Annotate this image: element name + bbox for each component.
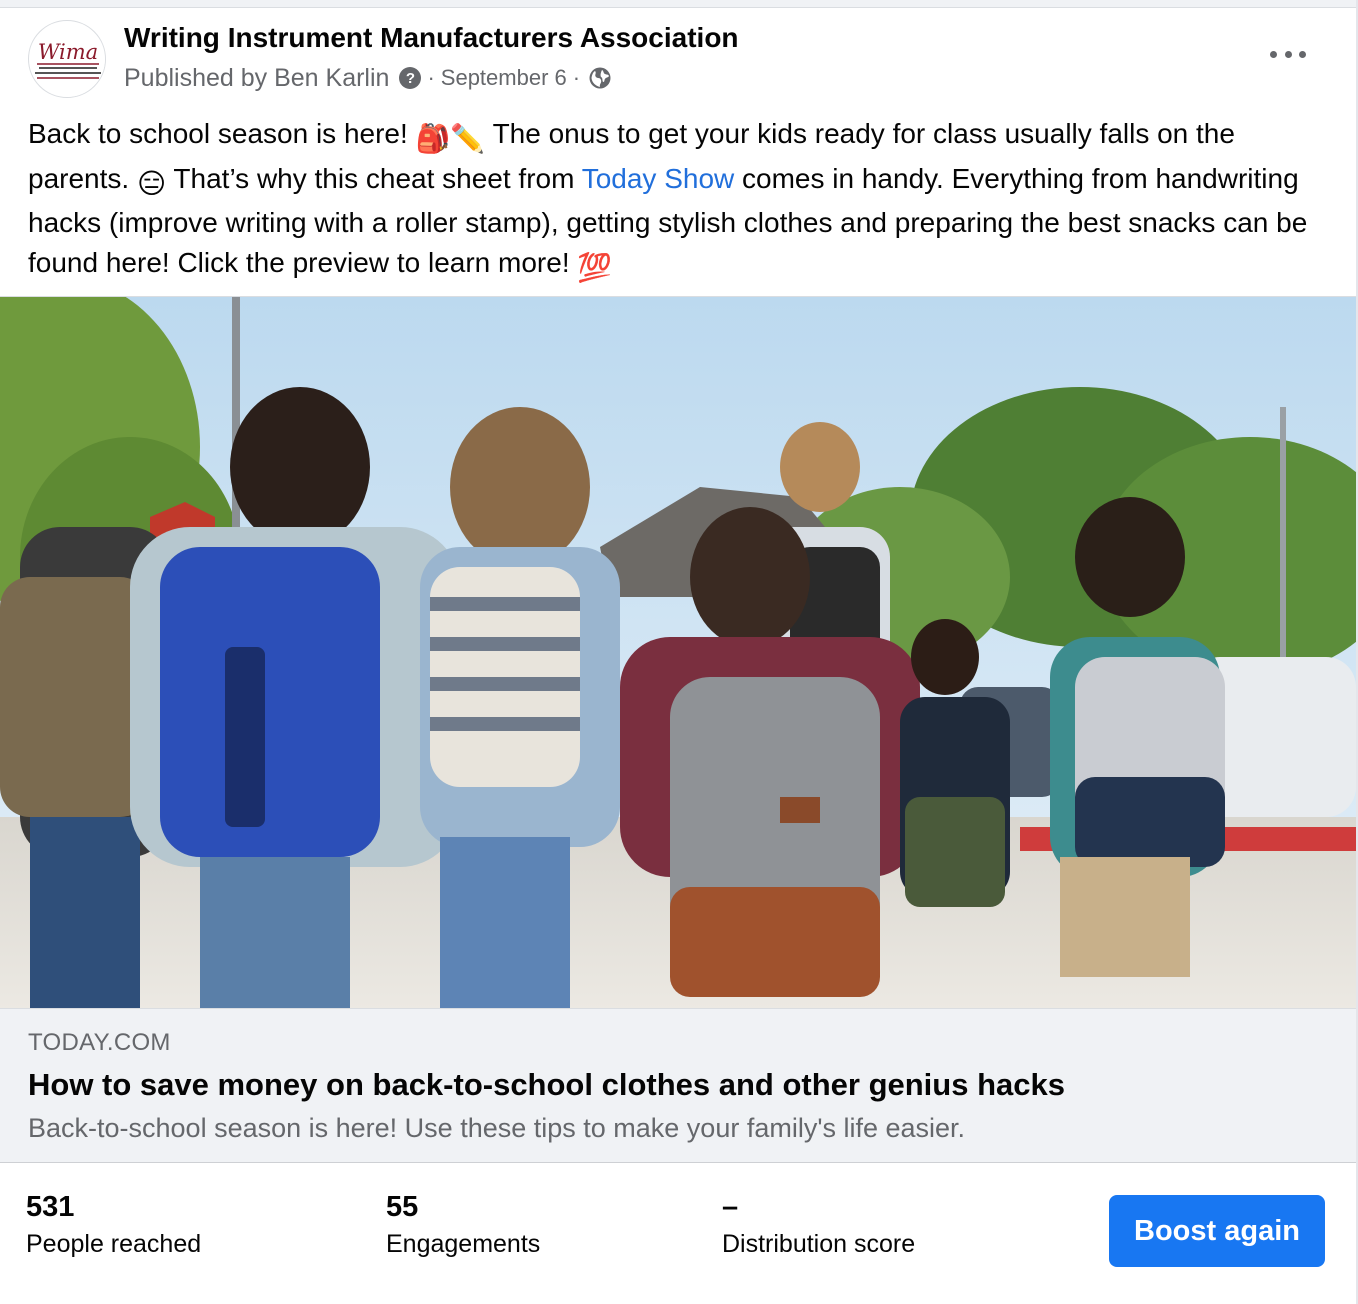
- page-name[interactable]: Writing Instrument Manufacturers Associa…: [124, 22, 739, 54]
- post-date[interactable]: September 6: [441, 65, 567, 91]
- people-reached-label: People reached: [26, 1230, 202, 1258]
- boost-again-button[interactable]: Boost again: [1109, 1195, 1325, 1267]
- link-preview[interactable]: TODAY.COM How to save money on back-to-s…: [0, 1009, 1356, 1163]
- publisher-text: Published by Ben Karlin: [124, 63, 390, 92]
- link-preview-image[interactable]: [0, 296, 1356, 1009]
- people-reached-stat[interactable]: 531 People reached: [26, 1190, 201, 1259]
- meta-separator: ·: [572, 65, 581, 90]
- post-body: Back to school season is here! 🎒✏️ The o…: [28, 114, 1338, 287]
- pencil-emoji-icon: ✏️: [450, 123, 486, 154]
- meta-separator: ·: [427, 65, 435, 90]
- hundred-points-emoji-icon: 💯: [577, 251, 613, 283]
- post-text-part: Back to school season is here!: [28, 118, 416, 149]
- post-meta: Published by Ben Karlin ? · September 6 …: [124, 62, 612, 94]
- page-avatar[interactable]: Wima: [28, 20, 106, 98]
- expressionless-face-emoji-icon: 😑: [136, 167, 167, 199]
- distribution-score-value: –: [722, 1191, 739, 1223]
- preview-domain: TODAY.COM: [28, 1029, 171, 1056]
- post-header: Wima Writing Instrument Manufacturers As…: [0, 8, 1358, 108]
- today-show-link[interactable]: Today Show: [582, 163, 735, 194]
- post-insights: 531 People reached 55 Engagements – Dist…: [0, 1164, 1358, 1304]
- wima-logo: Wima: [31, 23, 105, 97]
- post-text-part: That’s why this cheat sheet from: [166, 162, 582, 194]
- top-divider: [0, 0, 1358, 8]
- people-reached-value: 531: [26, 1191, 75, 1223]
- engagements-stat[interactable]: 55 Engagements: [386, 1190, 540, 1259]
- globe-icon[interactable]: [588, 66, 612, 90]
- preview-title[interactable]: How to save money on back-to-school clot…: [28, 1067, 1065, 1103]
- schoolchildren-photo: [0, 297, 1356, 1008]
- logo-wordmark: Wima: [38, 40, 98, 64]
- engagements-label: Engagements: [386, 1230, 541, 1258]
- help-icon[interactable]: ?: [399, 67, 422, 89]
- backpack-emoji-icon: 🎒: [415, 123, 451, 154]
- distribution-score-label: Distribution score: [722, 1230, 916, 1258]
- distribution-score-stat[interactable]: – Distribution score: [722, 1190, 915, 1259]
- more-options-icon[interactable]: [1266, 42, 1310, 66]
- engagements-value: 55: [386, 1191, 419, 1223]
- preview-description: Back-to-school season is here! Use these…: [28, 1113, 966, 1143]
